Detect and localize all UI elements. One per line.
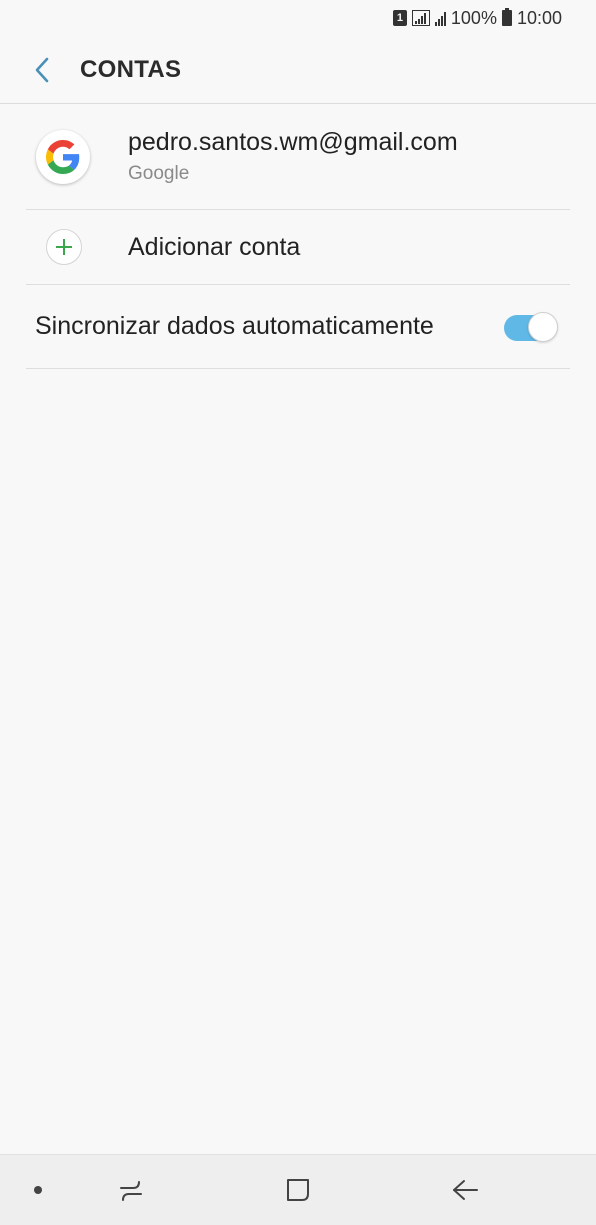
signal-icon	[411, 10, 430, 26]
auto-sync-item[interactable]: Sincronizar dados automaticamente	[26, 285, 570, 369]
auto-sync-label: Sincronizar dados automaticamente	[35, 312, 434, 340]
sim-icon: 1	[392, 10, 407, 26]
status-time: 10:00	[516, 7, 562, 28]
plus-icon	[46, 229, 82, 265]
home-button[interactable]	[273, 1155, 323, 1225]
google-icon	[36, 129, 90, 184]
back-button[interactable]	[22, 50, 62, 90]
battery-icon	[501, 8, 512, 26]
home-icon	[287, 1179, 309, 1201]
page-title: CONTAS	[80, 55, 182, 83]
app-bar: CONTAS	[0, 36, 596, 104]
account-type: Google	[128, 163, 190, 184]
account-email: pedro.santos.wm@gmail.com	[128, 128, 458, 156]
recents-button[interactable]	[106, 1155, 156, 1225]
toggle-knob	[528, 311, 558, 342]
add-account-item[interactable]: Adicionar conta	[26, 210, 570, 285]
chevron-left-icon	[35, 57, 49, 82]
navigation-bar	[0, 1154, 596, 1225]
signal-icon	[434, 10, 446, 26]
account-text: pedro.santos.wm@gmail.com Google	[128, 128, 458, 185]
status-bar: 1 100% 10:00	[0, 0, 596, 36]
add-account-label: Adicionar conta	[128, 232, 301, 261]
dot-button[interactable]	[18, 1155, 58, 1225]
back-arrow-icon	[453, 1180, 478, 1200]
battery-percent: 100%	[450, 7, 497, 28]
recents-icon	[120, 1181, 142, 1201]
auto-sync-toggle[interactable]	[504, 311, 558, 342]
dot-icon	[34, 1186, 42, 1194]
account-item-google[interactable]: pedro.santos.wm@gmail.com Google	[26, 104, 570, 210]
accounts-list: pedro.santos.wm@gmail.com Google Adicion…	[26, 104, 570, 369]
back-nav-button[interactable]	[440, 1155, 490, 1225]
